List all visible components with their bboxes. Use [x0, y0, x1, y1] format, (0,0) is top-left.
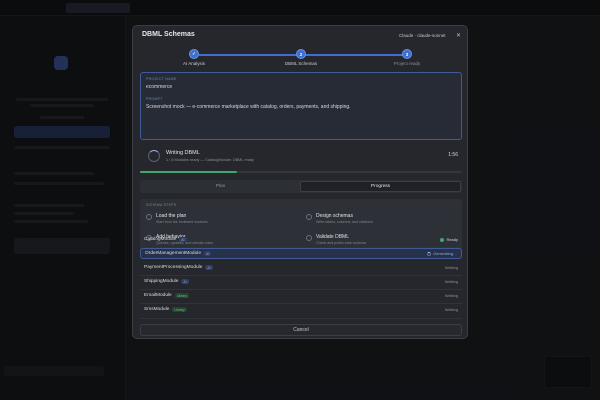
step-connector	[301, 54, 407, 56]
status-card: Writing DBML 1 / 6 Modules ready — Catal…	[140, 146, 462, 166]
module-badge: AI	[179, 237, 187, 242]
check-icon	[440, 237, 445, 242]
project-name-label: PROJECT NAME	[146, 77, 177, 81]
step-title: Design schemas	[316, 213, 353, 219]
module-name: ShippingModule	[144, 279, 179, 284]
module-row-shipping[interactable]: ShippingModule AI Waiting	[140, 276, 462, 287]
step-item: Design schemas Write tables, columns, an…	[306, 213, 456, 227]
modal-header: DBML Schemas Claude · claude-sonnet ✕	[133, 26, 467, 44]
stepper: ✓ AI Analysis 2 DBML Schemas 3 Project r…	[133, 48, 467, 72]
module-status-text: Generating…	[433, 251, 457, 256]
progress-fill	[140, 171, 237, 173]
divider	[140, 318, 462, 319]
model-selector[interactable]: Claude · claude-sonnet ✕	[399, 30, 467, 40]
module-badge: Library	[172, 307, 187, 312]
step-2-label: DBML Schemas	[284, 61, 318, 66]
spinner-icon	[427, 251, 432, 256]
status-subtitle: 1 / 6 Modules ready — CatalogModule: DBM…	[166, 158, 254, 162]
progress-bar	[140, 171, 462, 173]
project-description: Screenshot mock — e-commerce marketplace…	[146, 104, 351, 110]
step-item: Load the plan Start from the reviewed mo…	[146, 213, 296, 227]
module-status: Generating…	[427, 251, 457, 256]
module-row-sms[interactable]: SmsModule Library Waiting	[140, 304, 462, 315]
model-label: Claude · claude-sonnet	[399, 32, 446, 38]
project-info: PROJECT NAME ecommerce PROMPT Screenshot…	[140, 72, 462, 140]
module-badge: AI	[181, 279, 189, 284]
spinner-icon	[148, 150, 160, 162]
close-icon[interactable]: ✕	[456, 32, 461, 39]
module-name: OrderManagementModule	[145, 251, 201, 256]
module-row-payment-processing[interactable]: PaymentProcessingModule AI Waiting	[140, 262, 462, 273]
step-desc: Start from the reviewed modules	[156, 220, 208, 224]
step-desc: Write tables, columns, and relations	[316, 220, 373, 224]
tab-progress[interactable]: Progress	[300, 181, 461, 192]
step-title: Load the plan	[156, 213, 187, 219]
step-circle-icon	[306, 214, 312, 220]
module-name: SmsModule	[144, 307, 170, 312]
module-name: EmailModule	[144, 293, 172, 298]
module-status: Waiting	[444, 279, 458, 284]
project-desc-label: PROMPT	[146, 97, 163, 101]
module-badge: AI	[205, 265, 213, 270]
project-name: ecommerce	[146, 84, 173, 90]
module-status: Waiting	[444, 265, 458, 270]
step-3-label: Project ready	[393, 61, 421, 66]
step-1-label: AI Analysis	[182, 61, 206, 66]
view-tabs: Plan Progress	[140, 180, 462, 193]
cancel-button[interactable]: Cancel	[140, 324, 462, 336]
step-connector	[199, 54, 301, 56]
module-badge: Library	[174, 293, 190, 298]
step-3-dot: 3	[402, 49, 412, 59]
dbml-schemas-modal: DBML Schemas Claude · claude-sonnet ✕ ✓ …	[132, 25, 468, 339]
module-name: CatalogModule	[144, 237, 177, 242]
module-status: Waiting	[444, 307, 458, 312]
steps-header: SCHEMA STEPS	[146, 203, 177, 207]
step-circle-icon	[146, 214, 152, 220]
module-row-order-management[interactable]: OrderManagementModule AI Generating…	[140, 248, 462, 259]
module-status-text: Ready	[446, 237, 458, 242]
module-status: Waiting	[444, 293, 458, 298]
modal-title: DBML Schemas	[142, 31, 195, 38]
step-2-dot: 2	[296, 49, 306, 59]
status-title: Writing DBML	[166, 150, 200, 156]
tab-plan[interactable]: Plan	[141, 181, 300, 192]
module-row-catalog[interactable]: CatalogModule AI Ready	[140, 234, 462, 245]
module-row-email[interactable]: EmailModule Library Waiting	[140, 290, 462, 301]
step-1-dot: ✓	[189, 49, 199, 59]
elapsed-time: 1:56	[448, 152, 458, 158]
module-status: Ready	[440, 237, 458, 242]
module-name: PaymentProcessingModule	[144, 265, 203, 270]
module-badge: AI	[204, 251, 212, 256]
